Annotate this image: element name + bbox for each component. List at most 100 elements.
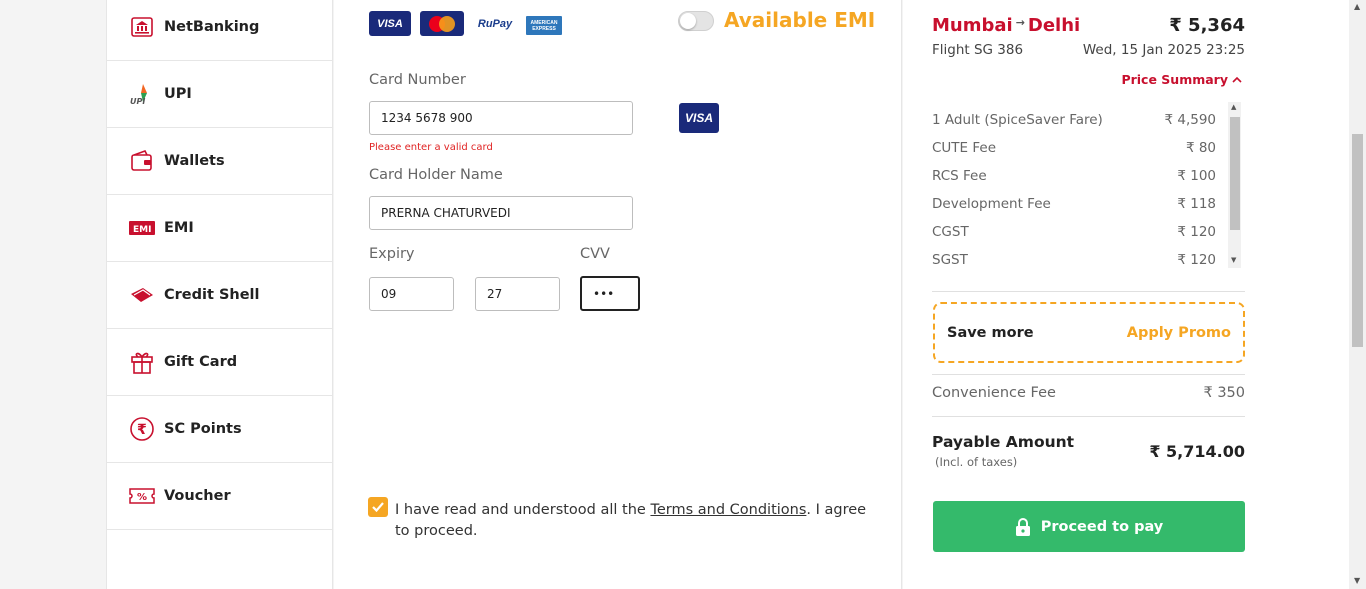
fare-amount: ₹ 80 (1185, 140, 1216, 156)
card-holder-label: Card Holder Name (369, 167, 503, 183)
toggle-knob (680, 13, 696, 29)
rupee-icon: ₹ (129, 416, 155, 442)
nav-item-wallets[interactable]: Wallets (107, 128, 333, 195)
promo-box: Save more Apply Promo (933, 302, 1245, 363)
svg-text:₹: ₹ (137, 422, 147, 438)
fare-label: CUTE Fee (932, 140, 997, 156)
convenience-fee-row: Convenience Fee ₹ 350 (932, 385, 1245, 401)
origin-city: Mumbai (932, 15, 1013, 36)
terms-checkbox[interactable] (368, 497, 388, 517)
fare-label: CGST (932, 224, 969, 240)
nav-item-emi[interactable]: EMI EMI (107, 195, 333, 262)
fare-label: 1 Adult (SpiceSaver Fare) (932, 112, 1103, 128)
svg-text:UPI: UPI (130, 97, 145, 106)
payable-amount-label: Payable Amount (932, 433, 1075, 451)
detected-card-brand: VISA (679, 103, 719, 133)
payment-method-nav: NetBanking UPI UPI Wallets EMI EMI Credi… (106, 0, 333, 589)
bank-icon (129, 14, 155, 40)
nav-item-credit-shell[interactable]: Credit Shell (107, 262, 333, 329)
fare-amount: ₹ 4,590 (1164, 112, 1216, 128)
proceed-label: Proceed to pay (1040, 518, 1164, 535)
arrow-right-icon: → (1015, 16, 1025, 29)
nav-item-label: Wallets (164, 153, 225, 169)
chevron-up-icon (1232, 76, 1242, 83)
terms-prefix: I have read and understood all the (395, 502, 651, 518)
scrollbar-thumb[interactable] (1230, 117, 1240, 230)
fare-amount: ₹ 100 (1177, 168, 1216, 184)
cvv-input[interactable]: ••• (580, 276, 640, 311)
svg-text:EMI: EMI (133, 225, 151, 235)
page-scrollbar[interactable]: ▲ ▼ (1349, 0, 1366, 589)
divider (932, 291, 1245, 292)
terms-link[interactable]: Terms and Conditions (650, 502, 806, 518)
apply-promo-button[interactable]: Apply Promo (1127, 325, 1231, 341)
convenience-fee-label: Convenience Fee (932, 385, 1056, 401)
fare-label: Development Fee (932, 196, 1051, 212)
nav-item-gift-card[interactable]: Gift Card (107, 329, 333, 396)
fare-row: 1 Adult (SpiceSaver Fare) ₹ 4,590 (932, 106, 1216, 134)
nav-item-label: Gift Card (164, 354, 238, 370)
convenience-fee-amount: ₹ 350 (1203, 385, 1245, 401)
fare-breakdown-list: 1 Adult (SpiceSaver Fare) ₹ 4,590 CUTE Fe… (932, 106, 1216, 270)
nav-item-upi[interactable]: UPI UPI (107, 61, 333, 128)
nav-item-label: NetBanking (164, 19, 260, 35)
card-payment-form: VISA RuPay AMERICAN EXPRESS Available EM… (334, 0, 902, 589)
nav-item-label: Voucher (164, 488, 231, 504)
fare-amount: ₹ 120 (1177, 224, 1216, 240)
card-holder-input[interactable]: PRERNA CHATURVEDI (369, 196, 633, 230)
tax-note: (Incl. of taxes) (935, 455, 1018, 469)
gift-icon (129, 349, 155, 375)
cvv-label: CVV (580, 246, 610, 262)
fare-label: SGST (932, 252, 968, 268)
nav-item-label: EMI (164, 220, 194, 236)
scroll-up-arrow-icon[interactable]: ▲ (1354, 2, 1360, 11)
proceed-to-pay-button[interactable]: Proceed to pay (933, 501, 1245, 552)
nav-item-label: UPI (164, 86, 192, 102)
fare-row: SGST ₹ 120 (932, 246, 1216, 270)
amex-logo: AMERICAN EXPRESS (526, 16, 562, 35)
route: Mumbai → Delhi (932, 15, 1080, 36)
check-icon (372, 502, 384, 513)
visa-logo: VISA (369, 11, 411, 36)
available-emi-label: Available EMI (724, 8, 876, 32)
expiry-label: Expiry (369, 246, 415, 262)
wallet-icon (129, 148, 155, 174)
upi-icon: UPI (129, 81, 155, 107)
scroll-down-arrow-icon[interactable]: ▼ (1354, 576, 1360, 585)
nav-item-sc-points[interactable]: ₹ SC Points (107, 396, 333, 463)
fare-label: RCS Fee (932, 168, 987, 184)
fare-price: ₹ 5,364 (1169, 15, 1245, 36)
divider (932, 416, 1245, 417)
card-number-input[interactable]: 1234 5678 900 (369, 101, 633, 135)
scroll-up-arrow-icon[interactable]: ▲ (1231, 103, 1236, 111)
nav-item-label: SC Points (164, 421, 242, 437)
emi-icon: EMI (129, 215, 155, 241)
svg-text:%: % (137, 492, 147, 503)
expiry-month-input[interactable]: 09 (369, 277, 454, 311)
nav-item-voucher[interactable]: % Voucher (107, 463, 333, 530)
price-summary-label: Price Summary (1121, 72, 1228, 87)
fare-list-scrollbar[interactable]: ▲ ▼ (1228, 102, 1241, 268)
expiry-year-input[interactable]: 27 (475, 277, 560, 311)
scroll-down-arrow-icon[interactable]: ▼ (1231, 256, 1236, 264)
card-number-label: Card Number (369, 72, 466, 88)
flight-number: Flight SG 386 (932, 42, 1024, 58)
fare-row: CGST ₹ 120 (932, 218, 1216, 246)
payable-amount-value: ₹ 5,714.00 (1149, 442, 1245, 461)
scrollbar-thumb[interactable] (1352, 134, 1363, 347)
price-summary-toggle[interactable]: Price Summary (1121, 72, 1242, 87)
rupay-logo: RuPay (477, 17, 513, 30)
nav-item-label: Credit Shell (164, 287, 260, 303)
fare-amount: ₹ 120 (1177, 252, 1216, 268)
nav-item-netbanking[interactable]: NetBanking (107, 0, 333, 61)
fare-row: Development Fee ₹ 118 (932, 190, 1216, 218)
destination-city: Delhi (1027, 15, 1081, 36)
emi-toggle[interactable] (678, 11, 714, 31)
fare-amount: ₹ 118 (1177, 196, 1216, 212)
divider (932, 374, 1245, 375)
credit-shell-icon (129, 282, 155, 308)
fare-row: RCS Fee ₹ 100 (932, 162, 1216, 190)
lock-icon (1015, 517, 1030, 536)
flight-datetime: Wed, 15 Jan 2025 23:25 (1082, 42, 1245, 58)
terms-text: I have read and understood all the Terms… (395, 500, 875, 542)
